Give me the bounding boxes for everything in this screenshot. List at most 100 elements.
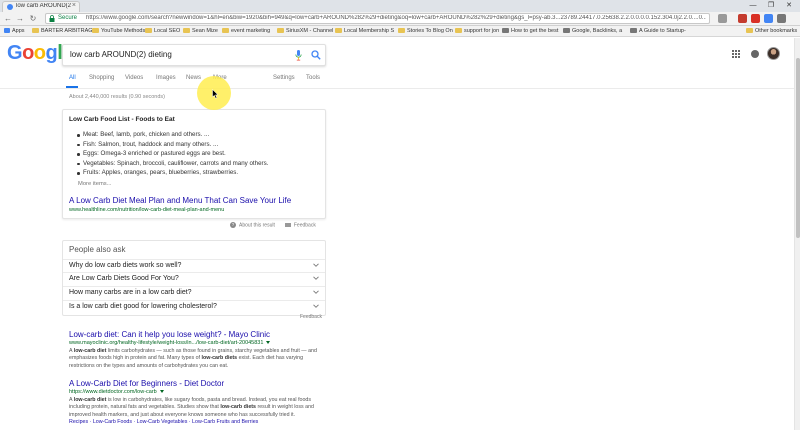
bookmark-star-icon[interactable] bbox=[718, 14, 727, 23]
tab-tools[interactable]: Tools bbox=[306, 75, 320, 81]
list-item: Meat: Beef, lamb, pork, chicken and othe… bbox=[77, 130, 317, 140]
google-favicon-icon bbox=[7, 4, 13, 10]
bookmark-item[interactable]: Local Membership S bbox=[335, 27, 394, 36]
secure-label: Secure bbox=[58, 15, 78, 21]
paa-feedback-link[interactable]: Feedback bbox=[300, 314, 322, 320]
more-items-link[interactable]: More items... bbox=[78, 181, 112, 187]
result-snippet: A low-carb diet limits carbohydrates — s… bbox=[69, 348, 317, 369]
people-also-ask: People also ask Why do low carb diets wo… bbox=[62, 240, 326, 316]
folder-icon bbox=[277, 28, 284, 34]
paa-question[interactable]: Is a low carb diet good for lowering cho… bbox=[63, 300, 325, 313]
bookmark-item[interactable]: SiriusXM - Channel bbox=[277, 27, 333, 36]
scrollbar-thumb[interactable] bbox=[796, 58, 800, 238]
about-row: ? About this result Feedback bbox=[230, 222, 316, 228]
bookmark-item[interactable]: event marketing bbox=[222, 27, 270, 36]
apps-grid-icon[interactable] bbox=[732, 50, 740, 58]
folder-icon bbox=[335, 28, 342, 34]
tab-all[interactable]: All bbox=[69, 75, 76, 81]
minimize-button[interactable]: — bbox=[744, 0, 762, 12]
result-sitelinks[interactable]: Recipes · Low-Carb Foods · Low-Carb Vege… bbox=[69, 419, 258, 425]
page-icon bbox=[502, 28, 509, 34]
list-item: Fish: Salmon, trout, haddock and many ot… bbox=[77, 140, 317, 150]
back-arrow-icon[interactable]: ← bbox=[3, 13, 13, 24]
search-box[interactable]: low carb AROUND(2) dieting bbox=[62, 44, 326, 66]
tab-title: low carb AROUND(2) di... bbox=[16, 3, 71, 9]
extension-icon[interactable] bbox=[751, 14, 760, 23]
bookmark-item[interactable]: Google, Backlinks, a bbox=[563, 27, 622, 36]
tab-close-icon[interactable]: × bbox=[72, 2, 76, 9]
bookmark-apps[interactable]: Apps bbox=[4, 27, 25, 36]
forward-arrow-icon[interactable]: → bbox=[15, 13, 25, 24]
feedback-link[interactable]: Feedback bbox=[294, 222, 316, 228]
maximize-button[interactable]: ❐ bbox=[762, 0, 780, 12]
browser-toolbar: ← → ↻ Secure https://www.google.com/sear… bbox=[0, 12, 800, 26]
caret-down-icon[interactable] bbox=[159, 390, 164, 394]
address-bar[interactable]: Secure https://www.google.com/search?new… bbox=[45, 13, 710, 24]
apps-grid-icon bbox=[4, 28, 10, 34]
snippet-url: www.healthline.com/nutrition/low-carb-di… bbox=[69, 207, 225, 213]
chevron-down-icon bbox=[313, 263, 319, 267]
result-title-link[interactable]: A Low-Carb Diet for Beginners - Diet Doc… bbox=[69, 379, 224, 388]
bookmark-item[interactable]: YouTube Methods bbox=[92, 27, 145, 36]
about-result-link[interactable]: About this result bbox=[239, 222, 275, 228]
bookmarks-bar: Apps BARTER ARBITRAGE YouTube Methods Lo… bbox=[0, 26, 800, 37]
paa-question[interactable]: Why do low carb diets work so well? bbox=[63, 259, 325, 272]
paa-question[interactable]: Are Low Carb Diets Good For You? bbox=[63, 272, 325, 285]
bookmark-item[interactable]: A Guide to Startup- bbox=[630, 27, 686, 36]
chevron-down-icon bbox=[313, 304, 319, 308]
result-title-link[interactable]: Low-carb diet: Can it help you lose weig… bbox=[69, 330, 270, 339]
list-item: Fruits: Apples, oranges, pears, blueberr… bbox=[77, 168, 317, 178]
tab-images[interactable]: Images bbox=[156, 75, 176, 81]
window-controls: — ❐ ✕ bbox=[744, 0, 798, 12]
featured-snippet: Low Carb Food List - Foods to Eat Meat: … bbox=[62, 109, 326, 219]
tab-settings[interactable]: Settings bbox=[273, 75, 295, 81]
result-url: https://www.dietdoctor.com/low-carb bbox=[69, 389, 164, 395]
folder-icon bbox=[145, 28, 152, 34]
paa-question[interactable]: How many carbs are in a low carb diet? bbox=[63, 286, 325, 299]
paa-question-text: Is a low carb diet good for lowering cho… bbox=[69, 303, 217, 310]
caret-down-icon[interactable] bbox=[266, 341, 271, 345]
paa-question-text: Why do low carb diets work so well? bbox=[69, 262, 182, 269]
extension-icon[interactable] bbox=[764, 14, 773, 23]
tab-shopping[interactable]: Shopping bbox=[89, 75, 114, 81]
browser-tab[interactable]: low carb AROUND(2) di... × bbox=[2, 1, 80, 12]
bookmark-item[interactable]: How to get the best bbox=[502, 27, 558, 36]
search-icon[interactable] bbox=[311, 50, 321, 60]
page-icon bbox=[563, 28, 570, 34]
tab-videos[interactable]: Videos bbox=[125, 75, 143, 81]
bookmark-item[interactable]: support for jon bbox=[455, 27, 499, 36]
notifications-icon[interactable] bbox=[751, 50, 759, 58]
url-text: https://www.google.com/search?newwindow=… bbox=[86, 15, 706, 21]
result-stats: About 2,440,000 results (0.90 seconds) bbox=[69, 94, 166, 100]
search-tabs: All Shopping Videos Images News More Set… bbox=[0, 72, 800, 89]
lock-icon bbox=[49, 15, 55, 22]
feedback-icon bbox=[284, 223, 291, 227]
reload-icon[interactable]: ↻ bbox=[28, 13, 38, 24]
bookmark-item[interactable]: Local SEO bbox=[145, 27, 180, 36]
logo-letter: o bbox=[33, 42, 46, 64]
folder-icon bbox=[183, 28, 190, 34]
menu-dots-icon[interactable] bbox=[777, 14, 786, 23]
browser-window: low carb AROUND(2) di... × — ❐ ✕ ← → ↻ S… bbox=[0, 0, 800, 430]
search-input[interactable]: low carb AROUND(2) dieting bbox=[70, 50, 172, 59]
page-scrollbar[interactable] bbox=[794, 38, 800, 430]
bookmark-item[interactable]: Sean Mize bbox=[183, 27, 218, 36]
bookmark-item[interactable]: BARTER ARBITRAGE bbox=[32, 27, 96, 36]
active-tab-indicator bbox=[66, 86, 78, 88]
tab-news[interactable]: News bbox=[186, 75, 201, 81]
microphone-icon[interactable] bbox=[295, 50, 302, 61]
logo-letter: g bbox=[45, 42, 58, 64]
paa-question-text: How many carbs are in a low carb diet? bbox=[69, 289, 192, 296]
snippet-result-link[interactable]: A Low Carb Diet Meal Plan and Menu That … bbox=[69, 196, 291, 205]
close-window-button[interactable]: ✕ bbox=[780, 0, 798, 12]
bookmark-item[interactable]: Stories To Blog On bbox=[398, 27, 453, 36]
result-snippet: A low-carb diet is low in carbohydrates,… bbox=[69, 397, 314, 418]
list-item: Eggs: Omega-3 enriched or pastured eggs … bbox=[77, 149, 317, 159]
logo-letter: G bbox=[7, 42, 23, 64]
mouse-cursor-icon bbox=[212, 89, 219, 99]
extension-icon[interactable] bbox=[738, 14, 747, 23]
avatar[interactable] bbox=[767, 47, 780, 60]
bookmark-other[interactable]: Other bookmarks bbox=[746, 27, 797, 36]
list-item: Vegetables: Spinach, broccoli, cauliflow… bbox=[77, 159, 317, 169]
page-icon bbox=[630, 28, 637, 34]
